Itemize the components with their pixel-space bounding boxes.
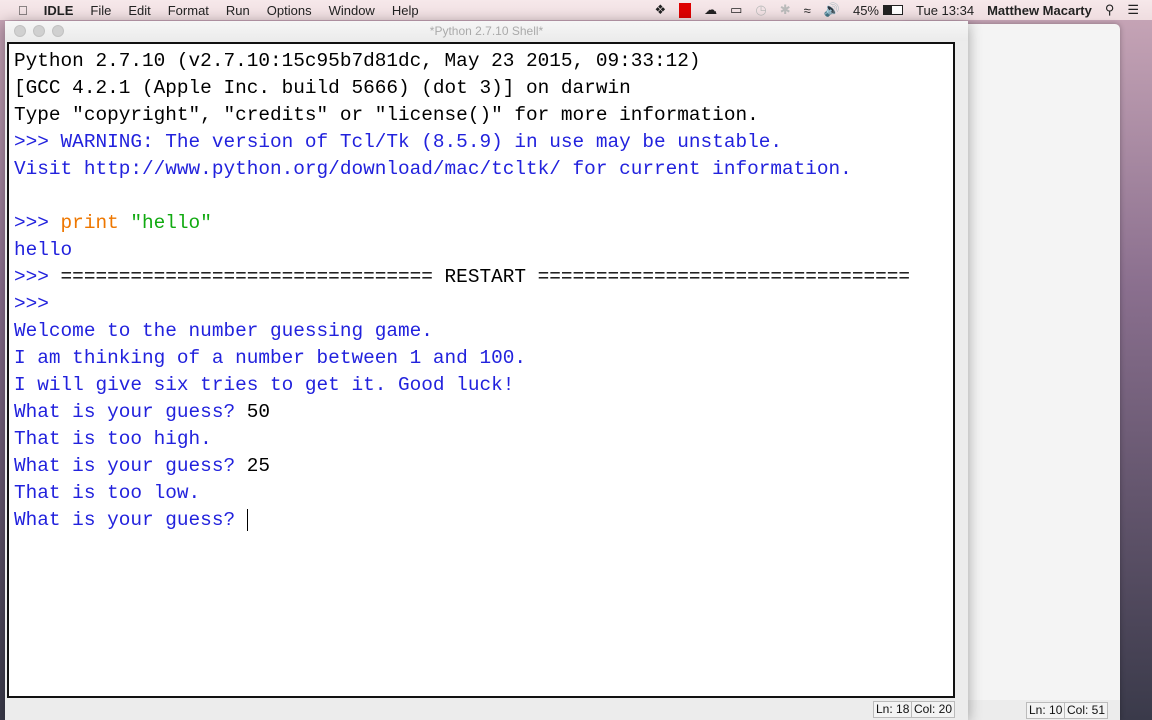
- shell-line: I will give six tries to get it. Good lu…: [14, 372, 953, 399]
- shell-line: Type "copyright", "credits" or "license(…: [14, 102, 953, 129]
- dropbox-icon[interactable]: ❖: [654, 2, 666, 18]
- shell-line: What is your guess? 50: [14, 399, 953, 426]
- clock[interactable]: Tue 13:34: [916, 3, 974, 18]
- menu-format[interactable]: Format: [168, 3, 209, 18]
- shell-text-segment: Python 2.7.10 (v2.7.10:15c95b7d81dc, May…: [14, 50, 701, 72]
- shell-line: I am thinking of a number between 1 and …: [14, 345, 953, 372]
- battery-percent: 45%: [852, 2, 879, 18]
- shell-text-segment: >>>: [14, 266, 61, 288]
- recording-icon[interactable]: [679, 2, 692, 18]
- shell-text-segment: >>>: [14, 293, 61, 315]
- cloud-icon[interactable]: ☁: [704, 2, 717, 18]
- shell-text-segment: hello: [14, 239, 73, 261]
- menu-run[interactable]: Run: [226, 3, 250, 18]
- shell-line: That is too high.: [14, 426, 953, 453]
- spotlight-icon[interactable]: ⚲: [1105, 2, 1115, 18]
- shell-text-segment: Visit http://www.python.org/download/mac…: [14, 158, 852, 180]
- shell-line: hello: [14, 237, 953, 264]
- idle-shell-window: *Python 2.7.10 Shell* Python 2.7.10 (v2.…: [5, 21, 968, 720]
- volume-icon[interactable]: 🔊: [824, 2, 840, 18]
- shell-line: >>>: [14, 291, 953, 318]
- menu-bar:  IDLE File Edit Format Run Options Wind…: [0, 0, 1152, 20]
- shell-text-segment: I will give six tries to get it. Good lu…: [14, 374, 515, 396]
- bluetooth-icon[interactable]: ✱: [780, 2, 791, 18]
- shell-text-segment: 50: [246, 401, 271, 423]
- shell-line: Welcome to the number guessing game.: [14, 318, 953, 345]
- shell-text-segment: That is too low.: [14, 482, 201, 504]
- menu-help[interactable]: Help: [392, 3, 419, 18]
- shell-line: [GCC 4.2.1 (Apple Inc. build 5666) (dot …: [14, 75, 953, 102]
- shell-text-segment: What is your guess?: [14, 401, 247, 423]
- shell-text-segment: [GCC 4.2.1 (Apple Inc. build 5666) (dot …: [14, 77, 631, 99]
- background-status-bar: Ln: 10 Col: 51: [968, 700, 1120, 720]
- battery-icon[interactable]: [883, 5, 903, 15]
- window-title: *Python 2.7.10 Shell*: [429, 24, 544, 38]
- line-number: Ln: 18: [873, 701, 913, 718]
- shell-text-segment: >>>: [14, 212, 61, 234]
- shell-line: Visit http://www.python.org/download/mac…: [14, 156, 953, 183]
- title-bar[interactable]: *Python 2.7.10 Shell*: [5, 21, 968, 41]
- shell-text-segment: 25: [246, 455, 271, 477]
- shell-line: >>> print "hello": [14, 210, 953, 237]
- text-cursor: [246, 508, 248, 531]
- user-name[interactable]: Matthew Macarty: [987, 3, 1092, 18]
- shell-text-segment: What is your guess?: [14, 455, 247, 477]
- shell-text-segment: >>> WARNING: The version of Tcl/Tk (8.5.…: [14, 131, 782, 153]
- menu-edit[interactable]: Edit: [128, 3, 150, 18]
- status-bar: Ln: 18 Col: 20: [5, 699, 968, 720]
- shell-text-segment: "hello": [130, 212, 212, 234]
- menu-file[interactable]: File: [90, 3, 111, 18]
- shell-text-segment: Type "copyright", "credits" or "license(…: [14, 104, 759, 126]
- shell-line: What is your guess? 25: [14, 453, 953, 480]
- shell-line: What is your guess?: [14, 507, 953, 534]
- wifi-icon[interactable]: ≈: [804, 3, 811, 18]
- app-menu[interactable]: IDLE: [44, 3, 74, 18]
- notification-center-icon[interactable]: ☰: [1127, 2, 1139, 18]
- shell-line: >>> WARNING: The version of Tcl/Tk (8.5.…: [14, 129, 953, 156]
- shell-line: Python 2.7.10 (v2.7.10:15c95b7d81dc, May…: [14, 48, 953, 75]
- column-number: Col: 20: [911, 701, 956, 718]
- apple-icon[interactable]: : [18, 3, 28, 18]
- shell-text-segment: print: [60, 212, 131, 234]
- shell-text-segment: What is your guess?: [14, 509, 247, 531]
- shell-line: That is too low.: [14, 480, 953, 507]
- shell-line: >>> ================================ RES…: [14, 264, 953, 291]
- time-machine-icon[interactable]: ◷: [755, 2, 766, 18]
- shell-text-area[interactable]: Python 2.7.10 (v2.7.10:15c95b7d81dc, May…: [7, 42, 955, 698]
- shell-text-segment: That is too high.: [14, 428, 212, 450]
- shell-text-segment: Welcome to the number guessing game.: [14, 320, 433, 342]
- menu-window[interactable]: Window: [329, 3, 375, 18]
- bg-line-number: Ln: 10: [1026, 702, 1066, 719]
- bg-column-number: Col: 51: [1064, 702, 1109, 719]
- shell-text-segment: ================================ RESTART…: [60, 266, 910, 288]
- shell-text-segment: I am thinking of a number between 1 and …: [14, 347, 526, 369]
- airplay-icon[interactable]: ▭: [730, 2, 742, 18]
- menu-options[interactable]: Options: [267, 3, 312, 18]
